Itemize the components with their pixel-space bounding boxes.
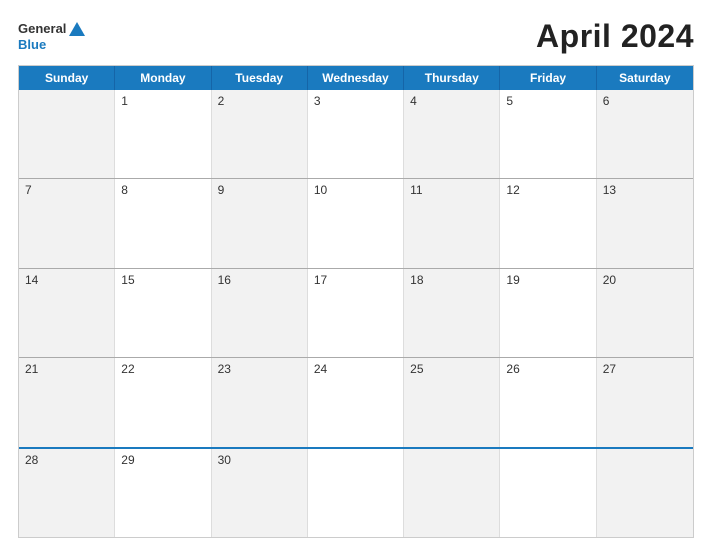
day-number: 26 (506, 362, 519, 376)
calendar-day[interactable]: 9 (212, 179, 308, 267)
calendar-week-5: 28 29 30 (19, 447, 693, 537)
calendar-day[interactable]: 5 (500, 90, 596, 178)
day-number: 2 (218, 94, 225, 108)
page: General Blue April 2024 SundayMondayTues… (0, 0, 712, 550)
day-number: 13 (603, 183, 616, 197)
day-number: 25 (410, 362, 423, 376)
logo-general-text: General (18, 22, 66, 36)
day-number: 3 (314, 94, 321, 108)
calendar-day[interactable]: 1 (115, 90, 211, 178)
calendar-day[interactable]: 2 (212, 90, 308, 178)
day-number: 22 (121, 362, 134, 376)
day-number: 28 (25, 453, 38, 467)
day-number: 27 (603, 362, 616, 376)
calendar-day[interactable] (404, 449, 500, 537)
calendar-day[interactable] (19, 90, 115, 178)
day-number: 15 (121, 273, 134, 287)
calendar-week-1: 1 2 3 4 5 6 (19, 90, 693, 178)
calendar-day[interactable]: 11 (404, 179, 500, 267)
day-number: 23 (218, 362, 231, 376)
header-cell-sunday: Sunday (19, 66, 115, 90)
calendar-day[interactable]: 6 (597, 90, 693, 178)
logo: General Blue (18, 20, 86, 52)
calendar-day[interactable]: 15 (115, 269, 211, 357)
calendar-day[interactable]: 3 (308, 90, 404, 178)
calendar-day[interactable]: 29 (115, 449, 211, 537)
day-number: 12 (506, 183, 519, 197)
day-number: 14 (25, 273, 38, 287)
day-number: 11 (410, 183, 422, 197)
calendar-day[interactable] (500, 449, 596, 537)
calendar-day[interactable] (308, 449, 404, 537)
calendar: SundayMondayTuesdayWednesdayThursdayFrid… (18, 65, 694, 538)
day-number: 6 (603, 94, 610, 108)
day-number: 5 (506, 94, 513, 108)
day-number: 8 (121, 183, 128, 197)
day-number: 30 (218, 453, 231, 467)
logo-blue-text: Blue (18, 38, 46, 52)
header-cell-wednesday: Wednesday (308, 66, 404, 90)
header-cell-friday: Friday (500, 66, 596, 90)
calendar-day[interactable]: 16 (212, 269, 308, 357)
calendar-day[interactable]: 25 (404, 358, 500, 446)
calendar-day[interactable]: 4 (404, 90, 500, 178)
calendar-day[interactable]: 13 (597, 179, 693, 267)
calendar-day[interactable]: 27 (597, 358, 693, 446)
calendar-day[interactable]: 10 (308, 179, 404, 267)
day-number: 16 (218, 273, 231, 287)
logo-triangle-icon (68, 20, 86, 38)
calendar-day[interactable]: 28 (19, 449, 115, 537)
day-number: 4 (410, 94, 417, 108)
calendar-day[interactable] (597, 449, 693, 537)
calendar-day[interactable]: 23 (212, 358, 308, 446)
day-number: 24 (314, 362, 327, 376)
calendar-day[interactable]: 7 (19, 179, 115, 267)
calendar-day[interactable]: 26 (500, 358, 596, 446)
day-number: 18 (410, 273, 423, 287)
calendar-title: April 2024 (536, 18, 694, 55)
calendar-day[interactable]: 21 (19, 358, 115, 446)
calendar-day[interactable]: 14 (19, 269, 115, 357)
calendar-day[interactable]: 22 (115, 358, 211, 446)
calendar-week-2: 7 8 9 10 11 12 13 (19, 178, 693, 267)
header: General Blue April 2024 (18, 18, 694, 55)
calendar-day[interactable]: 8 (115, 179, 211, 267)
day-number: 10 (314, 183, 327, 197)
calendar-day[interactable]: 12 (500, 179, 596, 267)
day-number: 19 (506, 273, 519, 287)
calendar-body: 1234567891011121314151617181920212223242… (19, 90, 693, 537)
day-number: 7 (25, 183, 32, 197)
calendar-day[interactable]: 17 (308, 269, 404, 357)
header-cell-tuesday: Tuesday (212, 66, 308, 90)
day-number: 20 (603, 273, 616, 287)
day-number: 17 (314, 273, 327, 287)
header-cell-monday: Monday (115, 66, 211, 90)
header-cell-thursday: Thursday (404, 66, 500, 90)
calendar-day[interactable]: 20 (597, 269, 693, 357)
calendar-day[interactable]: 18 (404, 269, 500, 357)
day-number: 1 (121, 94, 128, 108)
day-number: 29 (121, 453, 134, 467)
calendar-day[interactable]: 24 (308, 358, 404, 446)
header-cell-saturday: Saturday (597, 66, 693, 90)
calendar-day[interactable]: 30 (212, 449, 308, 537)
calendar-week-3: 14 15 16 17 18 19 20 (19, 268, 693, 357)
calendar-header-row: SundayMondayTuesdayWednesdayThursdayFrid… (19, 66, 693, 90)
calendar-day[interactable]: 19 (500, 269, 596, 357)
day-number: 9 (218, 183, 225, 197)
day-number: 21 (25, 362, 38, 376)
calendar-week-4: 21 22 23 24 25 26 27 (19, 357, 693, 446)
